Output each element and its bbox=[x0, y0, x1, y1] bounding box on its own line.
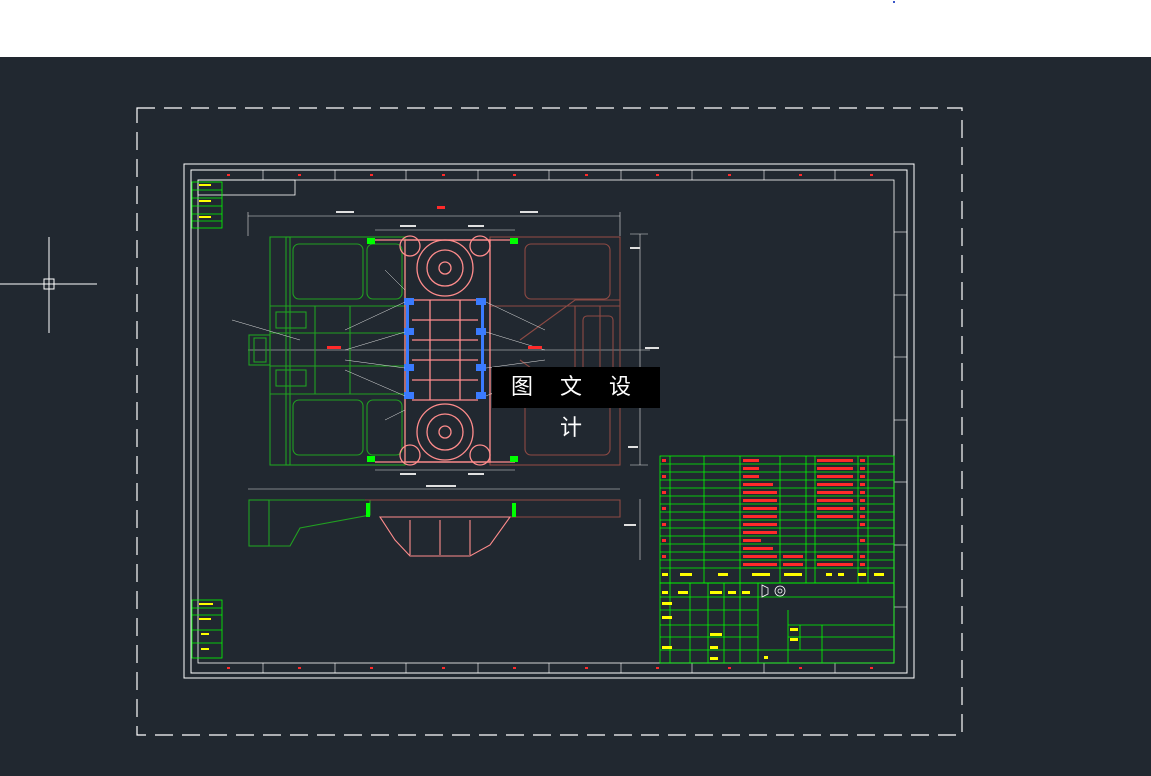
chassis-right-brown bbox=[489, 236, 621, 466]
cad-model-space[interactable]: 图 文 设 计 bbox=[0, 57, 1151, 776]
top-toolbar-area bbox=[0, 0, 1151, 57]
drawing-frame bbox=[190, 169, 908, 674]
parts-list-text bbox=[662, 459, 865, 566]
parts-list-header bbox=[662, 573, 884, 576]
crosshair-cursor-icon bbox=[0, 237, 100, 337]
code-block-top-left bbox=[191, 179, 296, 229]
plot-boundary bbox=[136, 107, 963, 736]
toolbar-indicator-dot bbox=[893, 1, 895, 3]
inner-frame bbox=[197, 179, 895, 664]
connector-markers bbox=[404, 298, 486, 399]
projection-symbol bbox=[761, 584, 786, 598]
chassis-center-pink bbox=[375, 235, 515, 466]
side-view bbox=[248, 499, 621, 557]
view-label-top bbox=[437, 206, 445, 209]
chassis-left-green bbox=[248, 236, 406, 466]
zone-marker-dots bbox=[227, 174, 873, 669]
watermark-label: 图 文 设 计 bbox=[492, 367, 660, 441]
